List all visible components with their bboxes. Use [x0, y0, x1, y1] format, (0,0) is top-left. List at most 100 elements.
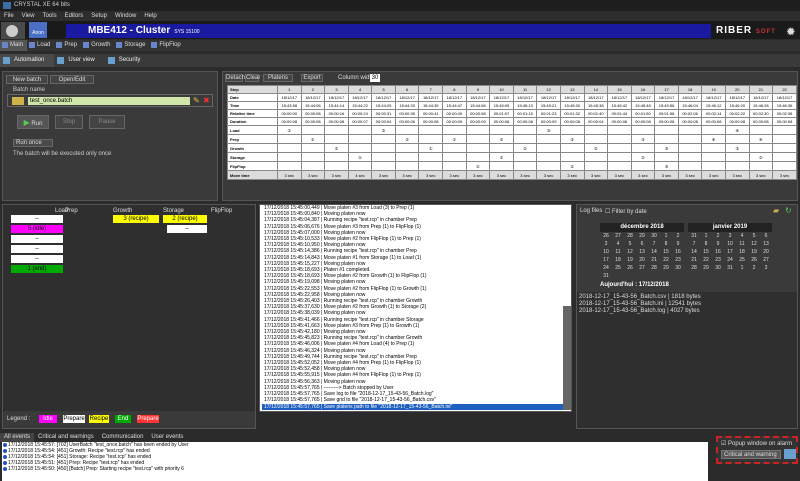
storage-slot[interactable]: 2 (recipe): [163, 215, 207, 223]
tab-automation[interactable]: Automation: [0, 54, 55, 67]
calendar-day[interactable]: 28: [624, 232, 636, 240]
calendar-day[interactable]: 30: [712, 264, 724, 272]
new-batch-button[interactable]: New batch: [6, 75, 48, 84]
calendar-day[interactable]: 15: [700, 248, 712, 256]
calendar-day[interactable]: 24: [600, 264, 612, 272]
calendar-day[interactable]: 3: [600, 240, 612, 248]
stop-button[interactable]: Stop: [55, 115, 83, 129]
calendar-day[interactable]: 12: [748, 240, 760, 248]
tab-load[interactable]: Load: [27, 40, 54, 51]
calendar-day[interactable]: 27: [760, 256, 772, 264]
calendar-day[interactable]: 16: [672, 248, 684, 256]
calendar-day[interactable]: 6: [636, 240, 648, 248]
clear-button[interactable]: Clear: [245, 74, 260, 82]
filter-checkbox[interactable]: ☐ Filter by date: [605, 208, 647, 215]
calendar-day[interactable]: 30: [672, 264, 684, 272]
calendar-day[interactable]: 16: [712, 248, 724, 256]
tab-user-events[interactable]: User events: [147, 433, 187, 442]
calendar-day[interactable]: 3: [760, 264, 772, 272]
tab-communication[interactable]: Communication: [98, 433, 148, 442]
calendar-day[interactable]: 8: [700, 240, 712, 248]
calendar-day[interactable]: 12: [624, 248, 636, 256]
calendar-day[interactable]: 17: [724, 248, 736, 256]
refresh-icon[interactable]: ↻: [785, 206, 792, 215]
load-slot[interactable]: --: [11, 235, 63, 243]
calendar-day[interactable]: 21: [648, 256, 660, 264]
popup-checkbox[interactable]: ☑ Popup window on alarm: [721, 440, 792, 447]
calendar-day[interactable]: 1: [700, 232, 712, 240]
event-item[interactable]: 17/12/2018 15:45:50: [450] [Batch] Prep:…: [2, 466, 708, 472]
tab-storage[interactable]: Storage: [114, 40, 149, 51]
calendar-day[interactable]: 27: [636, 264, 648, 272]
calendar-day[interactable]: 1: [736, 264, 748, 272]
calendar-day[interactable]: 30: [648, 232, 660, 240]
calendar-december[interactable]: décembre 2018 26 27 28 29 30 1 2 3 4 5 6 7 8 9 10 11 12 13…: [600, 223, 684, 280]
load-slot[interactable]: --: [11, 215, 63, 223]
calendar-day[interactable]: 31: [688, 232, 700, 240]
calendar-january[interactable]: janvier 2019 31 1 2 3 4 5 6 7 8 9 10 11 12 13 14 15 16 17 1…: [688, 223, 772, 272]
log-scrollbar[interactable]: [563, 306, 571, 410]
open-edit-button[interactable]: Open/Edit: [50, 75, 94, 84]
calendar-day[interactable]: 6: [760, 232, 772, 240]
calendar-day[interactable]: 28: [688, 264, 700, 272]
tab-main[interactable]: Main: [0, 40, 28, 51]
run-button[interactable]: ▶ Run: [17, 115, 49, 129]
calendar-day[interactable]: 18: [736, 248, 748, 256]
file-item[interactable]: 2018-12-17_15-43-56_Batch.log | 4027 byt…: [579, 308, 795, 315]
calendar-day[interactable]: 7: [648, 240, 660, 248]
file-item[interactable]: 2018-12-17_15-43-56_Batch.ini | 12541 by…: [579, 301, 795, 308]
calendar-day[interactable]: 4: [736, 232, 748, 240]
edit-icon[interactable]: ✎: [193, 96, 200, 105]
calendar-day[interactable]: 2: [748, 264, 760, 272]
tab-all-events[interactable]: All events: [0, 433, 35, 442]
calendar-day[interactable]: 5: [624, 240, 636, 248]
calendar-day[interactable]: 20: [760, 248, 772, 256]
calendar-day[interactable]: 20: [636, 256, 648, 264]
batch-log[interactable]: 17/12/2018 15:45:00,449 | Move platen #3…: [259, 204, 572, 412]
calendar-day[interactable]: 14: [648, 248, 660, 256]
calendar-day[interactable]: 29: [636, 232, 648, 240]
detach-button[interactable]: Detach: [225, 74, 245, 82]
tab-user-view[interactable]: User view: [54, 54, 104, 67]
calendar-day[interactable]: 10: [724, 240, 736, 248]
load-slot[interactable]: 5 (idle): [11, 225, 63, 233]
calendar-day[interactable]: 26: [624, 264, 636, 272]
tab-flipflop[interactable]: FlipFlop: [149, 40, 184, 51]
calendar-day[interactable]: 17: [600, 256, 612, 264]
export-button[interactable]: Export: [301, 74, 323, 82]
calendar-day[interactable]: 8: [660, 240, 672, 248]
calendar-day[interactable]: 22: [700, 256, 712, 264]
menu-editors[interactable]: Editors: [61, 11, 88, 21]
log-line[interactable]: 17/12/2018 15:45:57,765 | Save platens p…: [262, 403, 571, 410]
calendar-day[interactable]: 11: [612, 248, 624, 256]
calendar-day[interactable]: 27: [612, 232, 624, 240]
calendar-day[interactable]: 9: [712, 240, 724, 248]
calendar-day[interactable]: 29: [700, 264, 712, 272]
calendar-day[interactable]: 10: [600, 248, 612, 256]
calendar-day[interactable]: 13: [636, 248, 648, 256]
user-badge[interactable]: Anon: [29, 22, 47, 38]
menu-setup[interactable]: Setup: [87, 11, 111, 21]
calendar-day[interactable]: 19: [748, 248, 760, 256]
calendar-day[interactable]: 31: [600, 272, 612, 280]
calendar-day[interactable]: 2: [712, 232, 724, 240]
events-list[interactable]: 17/12/2018 15:45:57: [702] UserBatch "te…: [2, 442, 708, 481]
user-area[interactable]: Anon: [1, 22, 47, 39]
today-label[interactable]: Aujourd'hui : 17/12/2018: [600, 282, 772, 290]
calendar-day[interactable]: 25: [736, 256, 748, 264]
calendar-day[interactable]: 25: [612, 264, 624, 272]
gear-icon[interactable]: ✹: [787, 26, 796, 40]
calendar-day[interactable]: 18: [612, 256, 624, 264]
calendar-day[interactable]: 31: [724, 264, 736, 272]
menu-help[interactable]: Help: [140, 11, 160, 21]
close-icon[interactable]: ✖: [203, 96, 210, 105]
menu-view[interactable]: View: [18, 11, 39, 21]
calendar-day[interactable]: 13: [760, 240, 772, 248]
load-slot[interactable]: 1 (end): [11, 265, 63, 273]
calendar-day[interactable]: 9: [672, 240, 684, 248]
calendar-day[interactable]: 11: [736, 240, 748, 248]
calendar-day[interactable]: 24: [724, 256, 736, 264]
tab-critical[interactable]: Critical and warnings: [34, 433, 98, 442]
platens-toggle[interactable]: Platens: [263, 74, 293, 82]
menu-tools[interactable]: Tools: [39, 11, 61, 21]
